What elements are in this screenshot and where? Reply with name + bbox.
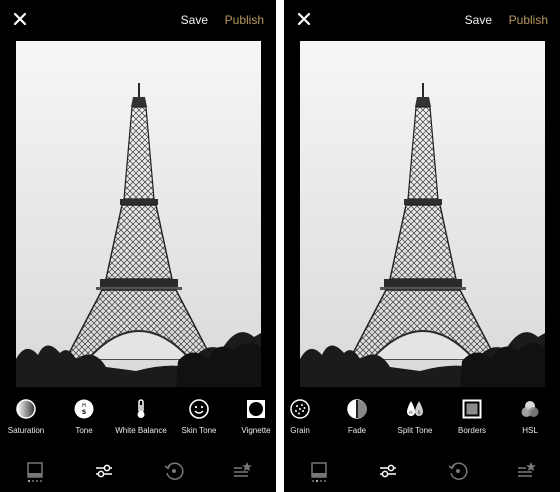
publish-button[interactable]: Publish [225, 13, 264, 27]
tool-strip[interactable]: Saturation HS Tone White Balance Skin To… [0, 398, 276, 448]
editor-screen-left: Save Publish Saturation HS Tone White Ba [0, 0, 276, 492]
photo-preview [16, 41, 261, 387]
grain-icon [289, 398, 311, 420]
smiley-face-icon [188, 398, 210, 420]
svg-text:S: S [82, 409, 86, 416]
thermometer-icon [130, 398, 152, 420]
vignette-tool[interactable]: Vignette [221, 398, 276, 435]
tone-icon: HS [73, 398, 95, 420]
presets-icon[interactable] [24, 460, 46, 482]
presets-icon[interactable] [308, 460, 330, 482]
top-bar: Save Publish [284, 0, 560, 40]
save-button[interactable]: Save [465, 13, 492, 27]
hsl-icon [519, 398, 541, 420]
close-icon[interactable] [296, 10, 312, 28]
tool-label: HSL [522, 426, 538, 435]
history-icon[interactable] [447, 460, 469, 482]
save-button[interactable]: Save [181, 13, 208, 27]
bottom-nav [284, 455, 560, 489]
close-icon[interactable] [12, 10, 28, 28]
editor-screen-right: Save Publish Grain Fade HS Split Tone Bo… [284, 0, 560, 492]
tools-sliders-icon[interactable] [377, 460, 399, 482]
svg-text:S: S [418, 410, 421, 416]
publish-button[interactable]: Publish [509, 13, 548, 27]
saturation-icon [15, 398, 37, 420]
tool-label: Vignette [241, 426, 271, 435]
borders-icon [461, 398, 483, 420]
svg-text:H: H [409, 410, 412, 416]
photo-preview [300, 41, 545, 387]
bottom-nav [0, 455, 276, 489]
history-icon[interactable] [163, 460, 185, 482]
tools-sliders-icon[interactable] [93, 460, 115, 482]
recipes-icon[interactable] [515, 460, 537, 482]
top-bar: Save Publish [0, 0, 276, 40]
tool-strip[interactable]: Grain Fade HS Split Tone Borders HSL [284, 398, 560, 448]
vignette-icon [245, 398, 267, 420]
split-tone-icon: HS [404, 398, 426, 420]
recipes-icon[interactable] [231, 460, 253, 482]
hsl-tool[interactable]: HSL [495, 398, 560, 435]
fade-icon [346, 398, 368, 420]
